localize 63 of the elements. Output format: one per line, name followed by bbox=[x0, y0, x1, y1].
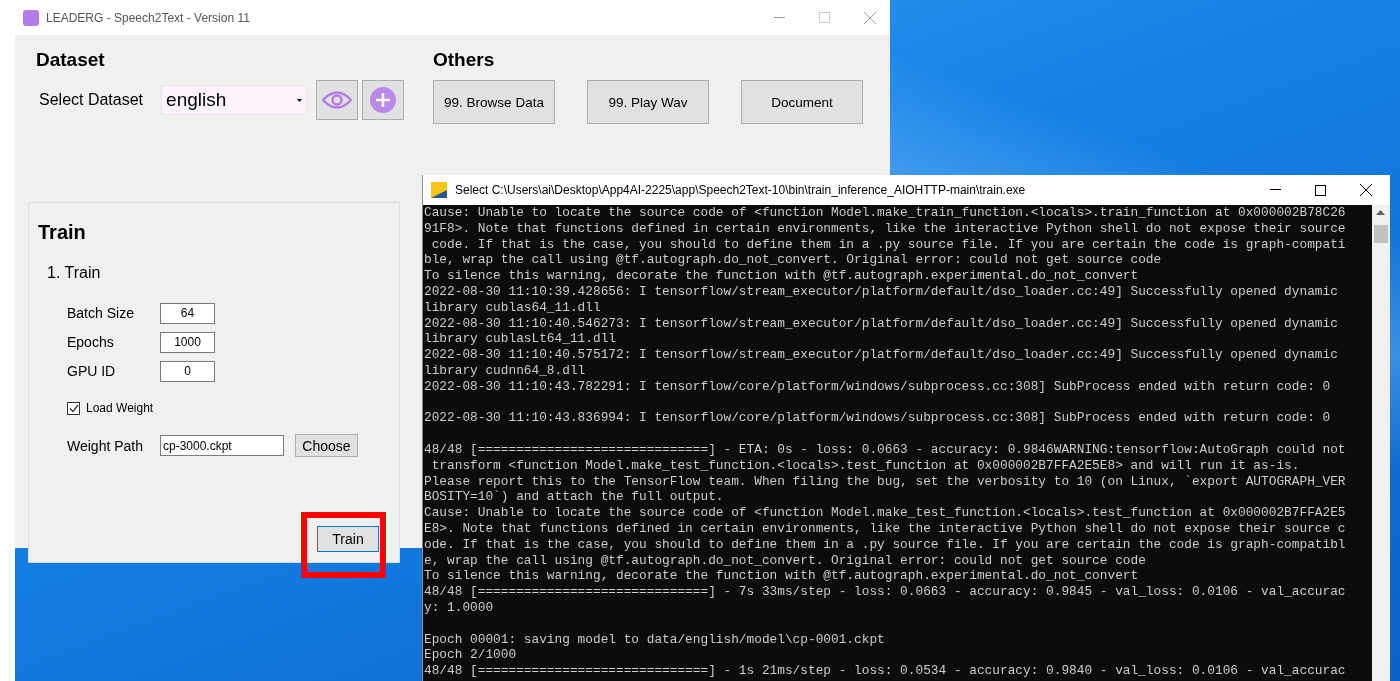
field-label: Epochs bbox=[67, 334, 115, 350]
dataset-dropdown[interactable]: english bbox=[161, 85, 308, 115]
action-button[interactable]: 99. Play Wav bbox=[587, 80, 709, 124]
window-title: Select C:\Users\ai\Desktop\App4AI-2225\app\Speech2Text-10\bin\train_inference_AIOHTTP-main\train.exe bbox=[455, 183, 1027, 197]
field-label: Batch Size bbox=[67, 305, 135, 321]
input-field[interactable]: 1000 bbox=[160, 331, 215, 353]
app-icon bbox=[23, 9, 39, 26]
console-line: 2022-08-30 11:10:43.782291: I tensorflow/core/platform/windows/subprocess.cc:308] SubProcess ended with return code: 0 bbox=[424, 378, 1331, 395]
console-line: e, wrap the call using @tf.autograph.do_not_convert. Original error: could not get source code bbox=[424, 552, 1146, 569]
field-label: GPU ID bbox=[67, 363, 117, 379]
console-line: Cause: Unable to locate the source code of <function Model.make_train_function.<locals>.train_function at 0x000002B78C26 bbox=[424, 205, 1346, 221]
console-line: transform <function Model.make_test_function.<locals>.test_function at 0x000002B7FFA2E5E8> and will run it as-is. bbox=[430, 457, 1300, 474]
console-line: library cublas64_11.dll bbox=[424, 299, 601, 316]
console-line: ble, wrap the call using @tf.autograph.do_not_convert. Original error: could not get source code bbox=[424, 252, 1162, 269]
eye-icon bbox=[322, 91, 353, 109]
input-field[interactable]: cp-3000.ckpt bbox=[160, 435, 284, 456]
action-button[interactable]: Document bbox=[741, 80, 863, 124]
console-line: To silence this warning, decorate the function with @tf.autograph.experimental.do_not_convert bbox=[424, 268, 1139, 284]
console-line: To silence this warning, decorate the function with @tf.autograph.experimental.do_not_convert bbox=[424, 568, 1139, 585]
maximize-icon[interactable] bbox=[1315, 184, 1326, 196]
checkbox[interactable] bbox=[67, 401, 80, 415]
console-line: Cause: Unable to locate the source code of <function Model.make_test_function.<locals>.test_function at 0x000002B7FFA2E5 bbox=[424, 505, 1346, 521]
console-line: 91F8>. Note that functions defined in certain environments, like the interactive Python shell do not expose their source bbox=[424, 220, 1346, 237]
section-heading: Others bbox=[433, 49, 496, 71]
input-field[interactable]: 0 bbox=[160, 360, 215, 382]
train-button[interactable]: Train bbox=[317, 526, 379, 552]
console-line: Epoch 00001: saving model to data/english/model\cp-0001.ckpt bbox=[424, 631, 885, 648]
choose-button[interactable]: Choose bbox=[295, 434, 358, 457]
minimize-icon[interactable] bbox=[1270, 189, 1281, 191]
console-icon bbox=[431, 182, 447, 198]
close-icon[interactable] bbox=[1360, 184, 1372, 196]
action-button[interactable]: 99. Browse Data bbox=[433, 80, 555, 124]
console-line: 48/48 [==============================] - ETA: 0s - loss: 0.0663 - accuracy: 0.9846WARNING:tensorflow:AutoGraph could not bbox=[424, 441, 1346, 458]
subsection-title: 1. Train bbox=[47, 264, 102, 282]
console-line: E8>. Note that functions defined in certain environments, like the interactive Python shell do not expose their source c bbox=[424, 520, 1346, 537]
console-line: 2022-08-30 11:10:40.546273: I tensorflow/stream_executor/platform/default/dso_loader.cc:49] Successfully opened dynamic bbox=[424, 315, 1338, 332]
input-field[interactable]: 64 bbox=[160, 302, 215, 324]
console-line: Epoch 2/1000 bbox=[424, 647, 517, 664]
view-button[interactable] bbox=[316, 80, 359, 120]
field-label: Weight Path bbox=[67, 437, 144, 454]
console-line: library cublasLt64_11.dll bbox=[424, 331, 616, 348]
add-button[interactable] bbox=[362, 80, 405, 120]
section-heading: Dataset bbox=[36, 49, 106, 71]
scrollbar[interactable] bbox=[1372, 205, 1390, 681]
caret-icon bbox=[297, 98, 303, 102]
console-line: ode. If that is the case, you should to define them in a .py source file. If you are certain the code is graph-compatibl bbox=[424, 536, 1346, 553]
scroll-up-icon[interactable] bbox=[1376, 210, 1385, 215]
console-line: code. If that is the case, you should to define them in a .py source file. If you are certain the code is graph-compati bbox=[430, 236, 1346, 253]
console-line: 48/48 [==============================] - 7s 33ms/step - loss: 0.0663 - accuracy: 0.9845 - val_loss: 0.0106 - val_accurac bbox=[424, 584, 1346, 600]
plus-icon bbox=[370, 87, 397, 113]
console-line: 48/48 [==============================] - 1s 21ms/step - loss: 0.0534 - accuracy: 0.9840 - val_loss: 0.0106 - val_accurac bbox=[424, 663, 1346, 679]
console-line: library cudnn64_8.dll bbox=[424, 362, 586, 379]
window-title: LEADERG - Speech2Text - Version 11 bbox=[46, 10, 251, 25]
dataset-label: Select Dataset bbox=[39, 91, 144, 109]
panel-heading: Train bbox=[38, 221, 87, 244]
console-line: 2022-08-30 11:10:39.428656: I tensorflow/stream_executor/platform/default/dso_loader.cc:49] Successfully opened dynamic bbox=[424, 284, 1338, 300]
console-line: Please report this to the TensorFlow team. When filing the bug, set the verbosity to 10 (on Linux, `export AUTOGRAPH_VER bbox=[424, 473, 1346, 490]
console-line: BOSITY=10`) and attach the full output. bbox=[424, 489, 724, 506]
console-line: 2022-08-30 11:10:43.836994: I tensorflow/core/platform/windows/subprocess.cc:308] SubProcess ended with return code: 0 bbox=[424, 410, 1331, 427]
console-line: y: 1.0000 bbox=[424, 599, 494, 616]
console-line: 2022-08-30 11:10:40.575172: I tensorflow/stream_executor/platform/default/dso_loader.cc:49] Successfully opened dynamic bbox=[424, 347, 1338, 363]
scroll-thumb[interactable] bbox=[1374, 225, 1388, 243]
checkbox-label: Load Weight bbox=[86, 401, 154, 415]
